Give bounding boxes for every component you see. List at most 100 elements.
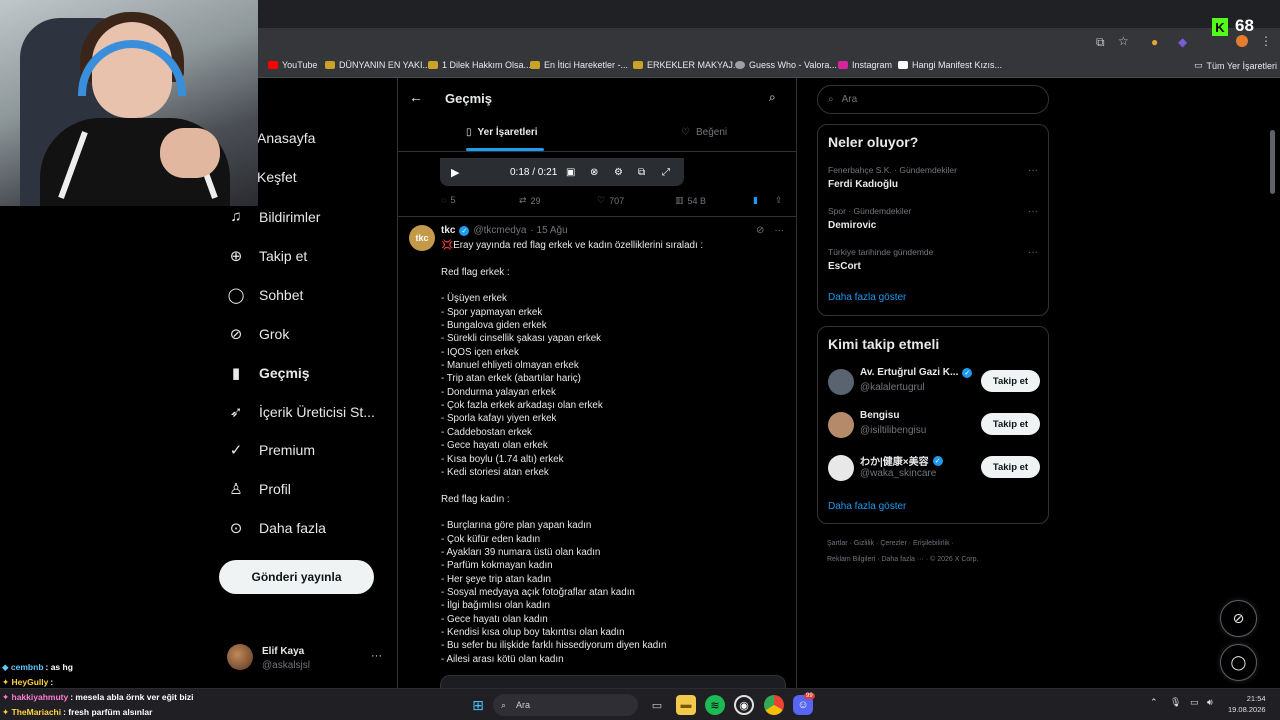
nav-notifications[interactable]: ♫ Bildirimler bbox=[227, 208, 320, 225]
nav-grok[interactable]: ⊘ Grok bbox=[227, 325, 290, 343]
search-icon[interactable]: ⌕ bbox=[769, 90, 776, 105]
grok-icon[interactable]: ⊘ bbox=[756, 225, 764, 236]
microphone-icon[interactable]: 🎙︎ bbox=[1170, 697, 1181, 708]
search-input[interactable]: ⌕ Ara bbox=[817, 85, 1049, 114]
follow-button[interactable]: Takip et bbox=[981, 413, 1040, 435]
post-button[interactable]: Gönderi yayınla bbox=[219, 560, 374, 594]
bookmark-item[interactable]: Hangi Manifest Kızıs... bbox=[898, 60, 1002, 70]
tweet-line: - Caddebostan erkek bbox=[441, 426, 532, 438]
profile-avatar-icon[interactable] bbox=[1236, 35, 1248, 47]
bookmark-youtube[interactable]: YouTube bbox=[268, 60, 317, 70]
avatar bbox=[828, 455, 854, 481]
popout-icon[interactable]: ⧉ bbox=[638, 167, 645, 178]
chrome-icon[interactable] bbox=[764, 695, 784, 715]
bookmark-instagram[interactable]: Instagram bbox=[838, 60, 892, 70]
back-arrow-icon[interactable]: ← bbox=[409, 89, 423, 105]
tweet-author-handle[interactable]: @tkcmedya bbox=[473, 225, 526, 236]
show-more-link[interactable]: Daha fazla göster bbox=[828, 292, 906, 303]
nav-explore[interactable]: Keşfet bbox=[257, 169, 297, 185]
kick-logo-icon: K bbox=[1212, 18, 1228, 36]
windows-start-icon[interactable]: ⊞ bbox=[468, 695, 488, 715]
captions-icon[interactable]: ▣ bbox=[566, 167, 575, 178]
tweet-date[interactable]: · 15 Ağu bbox=[530, 225, 567, 236]
star-icon[interactable]: ☆ bbox=[1118, 34, 1129, 48]
tab-bookmarks[interactable]: ▯ Yer İşaretleri bbox=[466, 127, 538, 138]
like-button[interactable]: ♡ 707 bbox=[597, 195, 624, 206]
trend-item[interactable]: Türkiye tarihinde gündemde EsCort ··· bbox=[828, 247, 1040, 272]
nav-premium[interactable]: ✓ Premium bbox=[227, 441, 315, 459]
tab-likes[interactable]: ♡ Beğeni bbox=[681, 127, 727, 138]
retweet-button[interactable]: ⇄ 29 bbox=[519, 195, 541, 206]
nav-home[interactable]: Anasayfa bbox=[257, 130, 315, 146]
mute-icon[interactable]: ⊗ bbox=[590, 167, 598, 178]
grok-fab[interactable]: ⊘ bbox=[1220, 600, 1257, 637]
taskbar-search[interactable]: ⌕ Ara bbox=[493, 694, 638, 716]
more-icon[interactable]: ··· bbox=[371, 650, 382, 662]
footer-link[interactable]: Daha fazla ··· bbox=[881, 556, 923, 563]
messages-fab[interactable]: ◯ bbox=[1220, 644, 1257, 681]
bookmark-item[interactable]: 1 Dilek Hakkım Olsa... bbox=[428, 60, 531, 70]
chat-text: : mesela abla örnk ver eğit bizi bbox=[70, 692, 194, 702]
spotify-icon[interactable]: ≋ bbox=[705, 695, 725, 715]
network-icon[interactable]: ▭ bbox=[1190, 697, 1199, 708]
reply-button[interactable]: ◌ 5 bbox=[441, 195, 455, 205]
follow-button[interactable]: Takip et bbox=[981, 370, 1040, 392]
trends-title: Neler oluyor? bbox=[828, 134, 919, 150]
settings-icon[interactable]: ⚙ bbox=[614, 167, 623, 178]
follow-button[interactable]: Takip et bbox=[981, 456, 1040, 478]
follow-suggestion[interactable]: Av. Ertuğrul Gazi K... ✓ @kalalertugrul T… bbox=[828, 365, 1040, 399]
taskbar-clock[interactable]: 21:54 19.08.2026 bbox=[1228, 693, 1266, 715]
bookmark-item[interactable]: ERKEKLER MAKYAJ... bbox=[633, 60, 740, 70]
profile-name: Elif Kaya bbox=[262, 646, 305, 657]
fullscreen-icon[interactable]: ⤢ bbox=[662, 167, 670, 178]
play-icon[interactable]: ▶ bbox=[451, 166, 459, 179]
browser-menu-icon[interactable]: ⋮ bbox=[1260, 34, 1272, 48]
all-bookmarks[interactable]: ▭ Tüm Yer İşaretleri bbox=[1194, 60, 1277, 71]
more-icon[interactable]: ··· bbox=[1028, 165, 1038, 176]
nav-more[interactable]: ⊙ Daha fazla bbox=[227, 519, 326, 537]
nav-profile[interactable]: ♙ Profil bbox=[227, 480, 291, 498]
footer-link[interactable]: Erişilebilirlik bbox=[913, 540, 950, 547]
more-icon[interactable]: ··· bbox=[1028, 247, 1038, 258]
footer-link[interactable]: Çerezler bbox=[880, 540, 906, 547]
nav-bookmarks[interactable]: ▮ Geçmiş bbox=[227, 364, 310, 382]
trend-item[interactable]: Spor · Gündemdekiler Demirovic ··· bbox=[828, 206, 1040, 231]
share-button[interactable]: ⇪ bbox=[775, 195, 783, 206]
folder-icon bbox=[428, 61, 438, 69]
follow-suggestion[interactable]: Bengisu @isiltilibengisu Takip et bbox=[828, 408, 1040, 442]
bookmark-item[interactable]: DÜNYANIN EN YAKI... bbox=[325, 60, 430, 70]
tweet-line: - Manuel ehliyeti olmayan erkek bbox=[441, 360, 579, 372]
nav-follow[interactable]: ⊕ Takip et bbox=[227, 247, 308, 265]
nav-label: Anasayfa bbox=[257, 130, 316, 146]
tweet-line: - İlgi bağımlısı olan kadın bbox=[441, 600, 550, 612]
views-button[interactable]: ▥ 54 B bbox=[675, 195, 706, 206]
nav-chat[interactable]: ◯ Sohbet bbox=[227, 286, 304, 304]
footer-link[interactable]: Şartlar bbox=[827, 540, 848, 547]
show-more-link[interactable]: Daha fazla göster bbox=[828, 501, 906, 512]
nav-creator-studio[interactable]: ➶ İçerik Üreticisi St... bbox=[227, 403, 375, 421]
task-view-icon[interactable]: ▭ bbox=[647, 695, 667, 715]
extension-icon[interactable]: ● bbox=[1151, 35, 1158, 49]
bookmark-button[interactable]: ▮ bbox=[753, 195, 758, 206]
scrollbar[interactable] bbox=[1270, 130, 1275, 194]
footer-link[interactable]: Reklam Bilgileri bbox=[827, 556, 875, 563]
footer-link[interactable]: Gizlilik bbox=[854, 540, 874, 547]
bookmark-item[interactable]: Guess Who - Valora... bbox=[735, 60, 837, 70]
bookmark-item[interactable]: En İtici Hareketler -... bbox=[530, 60, 628, 70]
obs-icon[interactable]: ◉ bbox=[734, 695, 754, 715]
more-icon[interactable]: ··· bbox=[774, 225, 784, 236]
trend-item[interactable]: Fenerbahçe S.K. · Gündemdekiler Ferdi Ka… bbox=[828, 165, 1040, 190]
extension-icon[interactable]: ◆ bbox=[1178, 35, 1187, 49]
avatar[interactable]: tkc bbox=[409, 225, 435, 251]
follow-suggestion[interactable]: わか|健康×美容 ✓ @waka_skincare Takip et bbox=[828, 451, 1040, 485]
install-app-icon[interactable]: ⧉ bbox=[1096, 35, 1105, 50]
account-switcher[interactable]: Elif Kaya @askalsjsl ··· bbox=[227, 644, 387, 676]
bookmark-filled-icon: ▮ bbox=[753, 195, 758, 205]
reply-count: 5 bbox=[450, 195, 456, 205]
more-icon[interactable]: ··· bbox=[1028, 206, 1038, 217]
file-explorer-icon[interactable]: ▬ bbox=[676, 695, 696, 715]
tray-chevron-icon[interactable]: ⌃ bbox=[1150, 697, 1158, 708]
volume-icon[interactable]: 🔊︎ bbox=[1207, 697, 1213, 708]
tweet-author-name[interactable]: tkc bbox=[441, 225, 455, 236]
tweet-media[interactable] bbox=[440, 675, 786, 688]
